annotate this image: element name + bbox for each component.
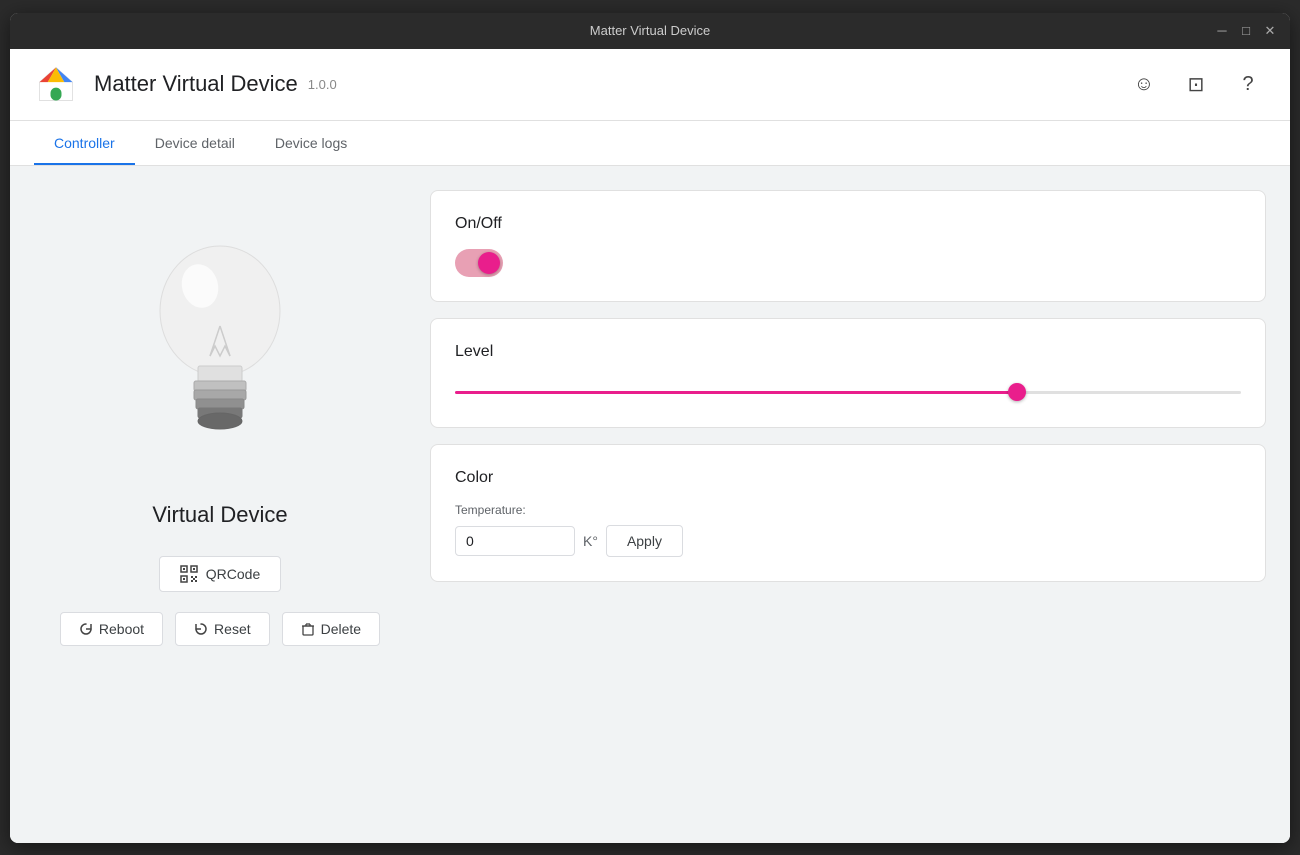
level-slider[interactable]	[455, 391, 1241, 394]
close-button[interactable]: ✕	[1262, 23, 1278, 39]
emoji-icon-button[interactable]: ☺	[1126, 66, 1162, 102]
reboot-label: Reboot	[99, 621, 144, 637]
feedback-icon-button[interactable]: ⊡	[1178, 66, 1214, 102]
tab-device-detail[interactable]: Device detail	[135, 121, 255, 165]
slider-container	[455, 377, 1241, 403]
tabs-bar: Controller Device detail Device logs	[10, 121, 1290, 166]
reboot-icon	[79, 622, 93, 636]
action-buttons: Reboot Reset	[60, 612, 380, 646]
toggle-thumb	[478, 252, 500, 274]
apply-button[interactable]: Apply	[606, 525, 683, 557]
app-version: 1.0.0	[308, 77, 337, 92]
onoff-toggle[interactable]	[455, 249, 503, 277]
maximize-button[interactable]: □	[1238, 23, 1254, 39]
reset-label: Reset	[214, 621, 251, 637]
tab-controller[interactable]: Controller	[34, 121, 135, 165]
main-content: Virtual Device QRCode	[10, 166, 1290, 843]
reboot-button[interactable]: Reboot	[60, 612, 163, 646]
bulb-image	[120, 206, 320, 486]
titlebar: Matter Virtual Device ─ □ ✕	[10, 13, 1290, 49]
toggle-container	[455, 249, 1241, 277]
app-header: Matter Virtual Device 1.0.0 ☺ ⊡ ?	[10, 49, 1290, 121]
temperature-unit: K°	[583, 533, 598, 549]
tab-device-logs[interactable]: Device logs	[255, 121, 367, 165]
app-logo	[34, 62, 78, 106]
right-panel: On/Off Level Color Tempe	[430, 166, 1290, 843]
minimize-button[interactable]: ─	[1214, 23, 1230, 39]
qrcode-button[interactable]: QRCode	[159, 556, 281, 592]
onoff-card: On/Off	[430, 190, 1266, 302]
delete-label: Delete	[321, 621, 361, 637]
qrcode-icon	[180, 565, 198, 583]
delete-icon	[301, 622, 315, 636]
level-title: Level	[455, 343, 1241, 361]
onoff-title: On/Off	[455, 215, 1241, 233]
temperature-row: K° Apply	[455, 525, 1241, 557]
device-name: Virtual Device	[152, 502, 287, 528]
reset-button[interactable]: Reset	[175, 612, 270, 646]
temperature-input[interactable]	[455, 526, 575, 556]
help-icon-button[interactable]: ?	[1230, 66, 1266, 102]
level-card: Level	[430, 318, 1266, 428]
titlebar-title: Matter Virtual Device	[590, 23, 710, 38]
delete-button[interactable]: Delete	[282, 612, 380, 646]
qrcode-label: QRCode	[206, 566, 260, 582]
reset-icon	[194, 622, 208, 636]
titlebar-controls: ─ □ ✕	[1214, 23, 1278, 39]
color-card: Color Temperature: K° Apply	[430, 444, 1266, 582]
temperature-label: Temperature:	[455, 503, 1241, 517]
app-window: Matter Virtual Device ─ □ ✕ Matter Virtu…	[10, 13, 1290, 843]
header-icons: ☺ ⊡ ?	[1126, 66, 1266, 102]
app-title: Matter Virtual Device	[94, 71, 298, 97]
color-title: Color	[455, 469, 1241, 487]
left-panel: Virtual Device QRCode	[10, 166, 430, 843]
